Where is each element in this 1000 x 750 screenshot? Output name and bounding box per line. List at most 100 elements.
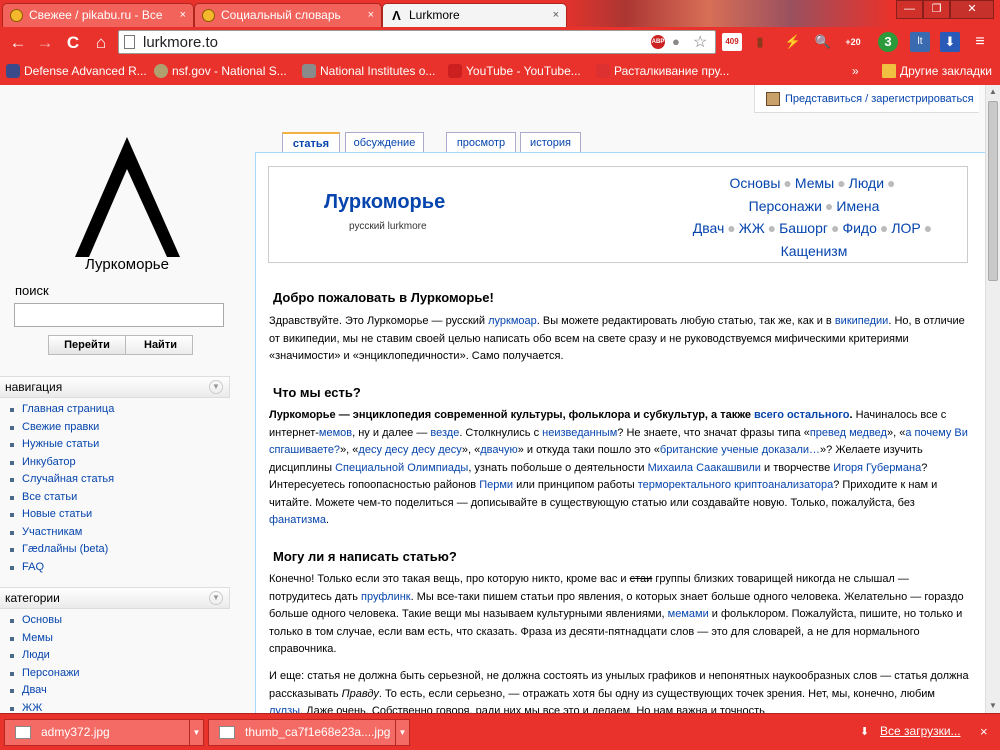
menu-icon[interactable]: ≡ [970, 32, 990, 52]
close-window-icon[interactable]: ✕ [950, 0, 994, 19]
lt-icon[interactable]: lt [910, 32, 930, 52]
download-item-admy[interactable]: admy372.jpg ▼ [4, 719, 204, 746]
reload-icon[interactable]: C [63, 33, 83, 53]
download-ext-icon[interactable]: ⬇ [940, 32, 960, 52]
link-lulz[interactable]: лулзы [269, 705, 300, 713]
tab-discussion[interactable]: обсуждение [345, 132, 424, 154]
home-icon[interactable]: ⌂ [91, 33, 111, 53]
tab-social-dictionary[interactable]: Социальный словарь × [194, 3, 382, 27]
tab-lurkmore[interactable]: Λ Lurkmore × [382, 3, 567, 27]
header-link-characters[interactable]: Персонажи [749, 198, 822, 214]
link-guberman[interactable]: Игоря Губермана [833, 462, 921, 474]
book-icon[interactable]: ▮ [750, 32, 770, 52]
bulb-icon[interactable]: ● [672, 34, 680, 49]
download-menu-chevron-icon[interactable]: ▼ [189, 720, 203, 745]
category-link[interactable]: Двач [22, 684, 47, 696]
header-link-names[interactable]: Имена [836, 198, 879, 214]
link-prooflink[interactable]: пруфлинк [361, 591, 411, 603]
nav-link-incubator[interactable]: Инкубатор [22, 456, 76, 468]
link-everything-else[interactable]: всего остального [754, 409, 849, 421]
bookmark-nsf[interactable]: nsf.gov - National S... [152, 62, 287, 80]
nav-link-wanted[interactable]: Нужные статьи [22, 438, 99, 450]
site-title[interactable]: Луркоморье [324, 191, 445, 214]
tab-history[interactable]: история [520, 132, 581, 154]
find-button[interactable]: Найти [122, 335, 193, 355]
link-british-scientists[interactable]: британские ученые доказали… [660, 444, 820, 456]
other-bookmarks[interactable]: Другие закладки [880, 62, 992, 80]
forward-icon[interactable]: → [35, 33, 55, 53]
minimize-icon[interactable]: — [896, 0, 923, 19]
login-link[interactable]: Представиться / зарегистрироваться [754, 85, 979, 113]
green-badge-icon[interactable]: 3 [878, 32, 898, 52]
bookmark-youtube[interactable]: YouTube - YouTube... [446, 62, 581, 80]
download-menu-chevron-icon[interactable]: ▼ [395, 720, 409, 745]
back-icon[interactable]: ← [8, 33, 28, 53]
link-dvachuyu[interactable]: двачую [480, 444, 518, 456]
nav-link-main[interactable]: Главная страница [22, 403, 114, 415]
mail-badge-icon[interactable]: 409 [722, 33, 742, 51]
address-bar[interactable]: ABP ● ☆ [118, 30, 716, 54]
chevron-down-icon[interactable]: ▼ [209, 380, 223, 394]
link-memes[interactable]: мемов [319, 427, 352, 439]
header-link-kashchenizm[interactable]: Кащенизм [781, 243, 848, 259]
header-link-memes[interactable]: Мемы [795, 175, 834, 191]
navigation-portal-heading[interactable]: навигация ▼ [0, 376, 230, 398]
scroll-up-icon[interactable]: ▲ [986, 85, 1000, 99]
link-unknown[interactable]: неизведанным [542, 427, 617, 439]
nav-link-guidelines[interactable]: Гædлайны (beta) [22, 543, 108, 555]
scroll-thumb[interactable] [988, 101, 998, 281]
header-link-dvach[interactable]: Двач [693, 220, 725, 236]
weather-badge-icon[interactable]: +20 [843, 32, 863, 52]
nav-link-random[interactable]: Случайная статья [22, 473, 114, 485]
lightning-icon[interactable]: ⚡ [783, 32, 803, 52]
scroll-down-icon[interactable]: ▼ [986, 699, 1000, 713]
nav-link-all[interactable]: Все статьи [22, 491, 77, 503]
all-downloads-link[interactable]: ⬇ Все загрузки... [860, 724, 961, 738]
header-link-lj[interactable]: ЖЖ [739, 220, 765, 236]
maximize-icon[interactable]: ❐ [923, 0, 950, 19]
download-item-thumb[interactable]: thumb_ca7f1e68e23a....jpg ▼ [208, 719, 410, 746]
nav-link-faq[interactable]: FAQ [22, 561, 44, 573]
bookmark-rastalkivanie[interactable]: Расталкивание пру... [594, 62, 729, 80]
nav-link-participants[interactable]: Участникам [22, 526, 82, 538]
category-link[interactable]: ЖЖ [22, 702, 42, 714]
category-link[interactable]: Люди [22, 649, 50, 661]
bookmarks-overflow-icon[interactable]: » [852, 62, 859, 80]
link-memes-2[interactable]: мемами [668, 608, 709, 620]
lurkmore-logo[interactable] [75, 137, 180, 257]
link-preved[interactable]: превед медвед [810, 427, 887, 439]
go-button[interactable]: Перейти [48, 335, 126, 355]
link-thermorectal[interactable]: терморектального криптоанализатора [638, 479, 833, 491]
bookmark-darpa[interactable]: Defense Advanced R... [4, 62, 147, 80]
link-perm[interactable]: Перми [479, 479, 513, 491]
header-link-bash[interactable]: Башорг [779, 220, 828, 236]
link-special-olympics[interactable]: Специальной Олимпиады [335, 462, 468, 474]
close-downloads-icon[interactable]: × [980, 724, 988, 739]
tab-close-icon[interactable]: × [553, 4, 559, 26]
link-fanaticism[interactable]: фанатизма [269, 514, 326, 526]
login-label[interactable]: Представиться / зарегистрироваться [785, 93, 974, 105]
chevron-down-icon[interactable]: ▼ [209, 591, 223, 605]
nav-link-new[interactable]: Новые статьи [22, 508, 92, 520]
link-wikipedia[interactable]: википедии [835, 315, 889, 327]
category-link[interactable]: Персонажи [22, 667, 80, 679]
header-link-fido[interactable]: Фидо [842, 220, 876, 236]
tab-view[interactable]: просмотр [446, 132, 516, 154]
adblock-icon[interactable]: ABP [651, 35, 665, 49]
header-link-lor[interactable]: ЛОР [891, 220, 920, 236]
bookmark-star-icon[interactable]: ☆ [693, 32, 707, 52]
header-link-people[interactable]: Люди [849, 175, 884, 191]
link-desu[interactable]: десу десу десу десу [358, 444, 461, 456]
link-lurkmoar[interactable]: луркмоар [488, 315, 537, 327]
bookmark-nih[interactable]: National Institutes o... [300, 62, 435, 80]
category-link[interactable]: Мемы [22, 632, 53, 644]
search-input[interactable] [14, 303, 224, 327]
category-link[interactable]: Основы [22, 614, 62, 626]
tab-pikabu[interactable]: Свежее / pikabu.ru - Все × [2, 3, 194, 27]
tab-close-icon[interactable]: × [180, 4, 186, 26]
nav-link-recent[interactable]: Свежие правки [22, 421, 99, 433]
link-everywhere[interactable]: везде [430, 427, 459, 439]
vertical-scrollbar[interactable]: ▲ ▼ [985, 85, 1000, 713]
tab-close-icon[interactable]: × [368, 4, 374, 26]
header-link-osnovy[interactable]: Основы [730, 175, 781, 191]
